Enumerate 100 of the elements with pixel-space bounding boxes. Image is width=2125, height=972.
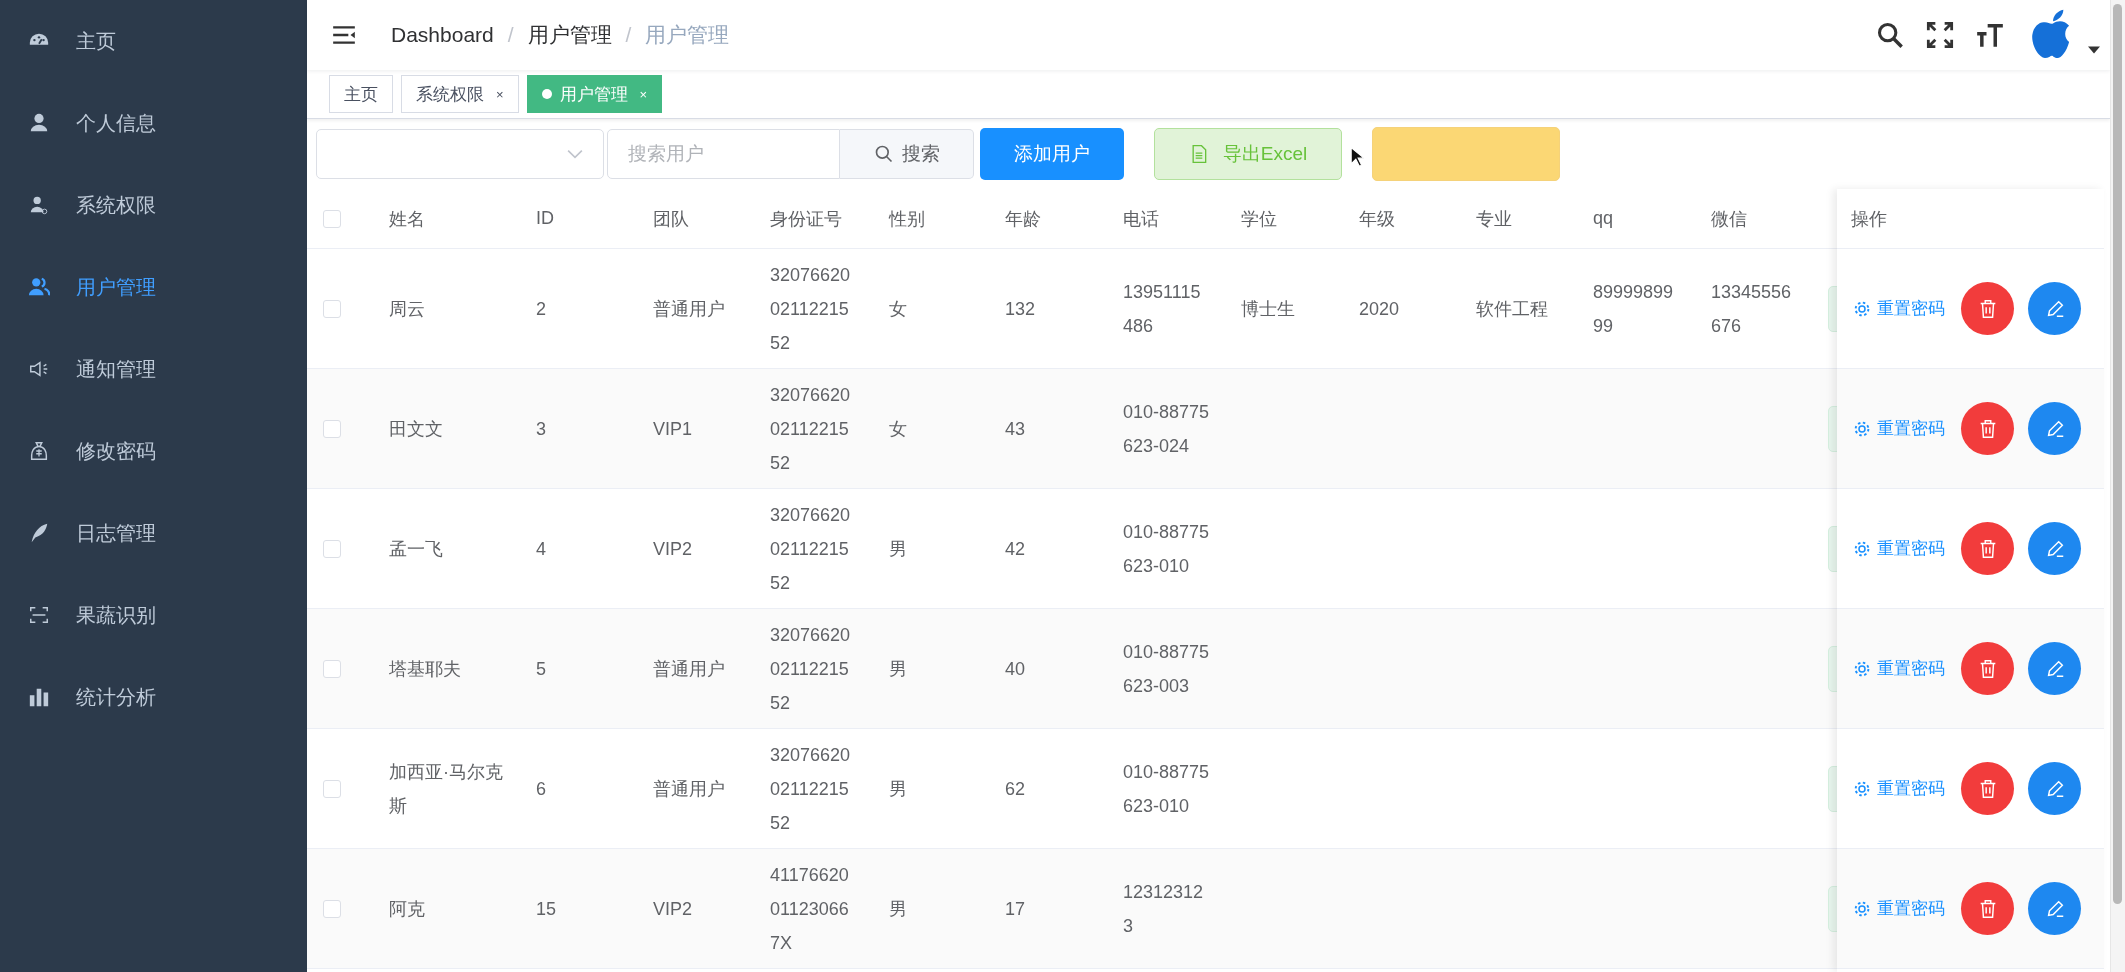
table-cell-text: 15 bbox=[536, 897, 557, 921]
table-cell-text: 62 bbox=[1005, 777, 1026, 801]
search-button[interactable]: 搜索 bbox=[840, 129, 974, 179]
page-tab[interactable]: 系统权限 × bbox=[401, 75, 519, 113]
column-header: 微信 bbox=[1711, 207, 1747, 231]
scrollbar-thumb[interactable] bbox=[2113, 4, 2122, 904]
table-cell-text: 41176620011230667X bbox=[770, 863, 850, 955]
sidebar-item[interactable]: 修改密码 bbox=[0, 410, 307, 492]
table-cell-text: 132 bbox=[1005, 297, 1036, 321]
users-icon bbox=[28, 276, 50, 298]
user-badge-icon bbox=[28, 194, 50, 216]
sidebar-item[interactable]: 用户管理 bbox=[0, 246, 307, 328]
table-cell-text: 软件工程 bbox=[1476, 297, 1548, 321]
sidebar-item[interactable]: 果蔬识别 bbox=[0, 574, 307, 656]
table-cell-text: 田文文 bbox=[389, 417, 443, 441]
edit-button[interactable] bbox=[2028, 522, 2081, 575]
table-cell-text: 123123123 bbox=[1123, 880, 1205, 938]
delete-button[interactable] bbox=[1961, 522, 2014, 575]
scrollbar[interactable] bbox=[2110, 0, 2125, 972]
fullscreen-icon[interactable] bbox=[1926, 21, 1954, 49]
table-cell-text: 010-88775623-010 bbox=[1123, 760, 1211, 818]
checkbox[interactable] bbox=[323, 419, 341, 438]
edit-button[interactable] bbox=[2028, 282, 2081, 335]
sidebar-item[interactable]: 主页 bbox=[0, 0, 307, 82]
page-tab[interactable]: 主页 bbox=[329, 75, 393, 113]
column-header: ID bbox=[536, 208, 554, 229]
delete-button[interactable] bbox=[1961, 642, 2014, 695]
table-cell-text: 男 bbox=[889, 537, 907, 561]
breadcrumb-separator: / bbox=[625, 23, 632, 47]
column-header: 身份证号 bbox=[770, 207, 842, 231]
bar-chart-icon bbox=[28, 686, 50, 708]
sidebar-item[interactable]: 个人信息 bbox=[0, 82, 307, 164]
gear-icon bbox=[1853, 899, 1871, 918]
table-cell-text: 320766200211221552 bbox=[770, 503, 852, 595]
delete-button[interactable] bbox=[1961, 282, 2014, 335]
checkbox[interactable] bbox=[323, 299, 341, 318]
checkbox[interactable] bbox=[323, 659, 341, 678]
table-cell-text: 42 bbox=[1005, 537, 1026, 561]
select-field[interactable] bbox=[316, 129, 604, 179]
checkbox[interactable] bbox=[323, 539, 341, 558]
table-cell-text: 010-88775623-010 bbox=[1123, 520, 1211, 578]
table-cell-text: 2020 bbox=[1359, 297, 1400, 321]
mouse-cursor-icon bbox=[1350, 146, 1364, 168]
sidebar-item[interactable]: 通知管理 bbox=[0, 328, 307, 410]
sidebar-item[interactable]: 日志管理 bbox=[0, 492, 307, 574]
gear-icon bbox=[1853, 659, 1871, 678]
search-field[interactable]: 搜索用户 bbox=[607, 129, 840, 179]
breadcrumb-separator: / bbox=[507, 23, 514, 47]
column-header: 电话 bbox=[1123, 207, 1159, 231]
table-cell-text: 普通用户 bbox=[653, 777, 725, 801]
checkbox[interactable] bbox=[323, 779, 341, 798]
gear-icon bbox=[1853, 419, 1871, 438]
text-size-icon[interactable] bbox=[1976, 21, 2004, 49]
table-cell-text: 320766200211221552 bbox=[770, 743, 852, 835]
delete-button[interactable] bbox=[1961, 402, 2014, 455]
breadcrumb-current: 用户管理 bbox=[645, 22, 730, 48]
table-cell-text: 2 bbox=[536, 297, 546, 321]
speaker-icon bbox=[28, 358, 50, 380]
delete-button[interactable] bbox=[1961, 762, 2014, 815]
column-header: qq bbox=[1593, 208, 1614, 229]
table-cell-text: 阿克 bbox=[389, 897, 425, 921]
edit-button[interactable] bbox=[2028, 402, 2081, 455]
table-cell-text: 43 bbox=[1005, 417, 1026, 441]
table-cell-text: VIP1 bbox=[653, 417, 693, 441]
table-cell-text: VIP2 bbox=[653, 897, 693, 921]
column-header: 性别 bbox=[889, 207, 925, 231]
column-header: 年龄 bbox=[1005, 207, 1041, 231]
breadcrumb-link[interactable]: Dashboard bbox=[391, 23, 494, 47]
column-header: 专业 bbox=[1476, 207, 1512, 231]
table-cell-text: 孟一飞 bbox=[389, 537, 443, 561]
edit-button[interactable] bbox=[2028, 762, 2081, 815]
table-cell-text: 加西亚·马尔克斯 bbox=[389, 760, 504, 818]
caret-icon[interactable] bbox=[2088, 46, 2100, 54]
table-cell-text: 010-88775623-003 bbox=[1123, 640, 1211, 698]
chevron-down-icon bbox=[567, 149, 583, 159]
checkbox[interactable] bbox=[323, 209, 341, 228]
search-icon[interactable] bbox=[1876, 21, 1904, 49]
table-cell-text: 周云 bbox=[389, 297, 425, 321]
table-cell-text: 5 bbox=[536, 657, 546, 681]
edit-button[interactable] bbox=[2028, 882, 2081, 935]
table-cell-text: 010-88775623-024 bbox=[1123, 400, 1211, 458]
checkbox[interactable] bbox=[323, 899, 341, 918]
table-cell-text: 320766200211221552 bbox=[770, 383, 852, 475]
table-cell-text: 17 bbox=[1005, 897, 1026, 921]
table-cell-text: 普通用户 bbox=[653, 657, 725, 681]
table-cell-text: 8999989999 bbox=[1593, 280, 1675, 338]
column-header: 年级 bbox=[1359, 207, 1395, 231]
sidebar-item[interactable]: 系统权限 bbox=[0, 164, 307, 246]
sidebar-item[interactable]: 统计分析 bbox=[0, 656, 307, 738]
column-header: 学位 bbox=[1241, 207, 1277, 231]
table-cell-text: 40 bbox=[1005, 657, 1026, 681]
user-icon bbox=[28, 112, 50, 134]
gear-icon bbox=[1853, 299, 1871, 318]
table-cell-text: 男 bbox=[889, 777, 907, 801]
delete-button[interactable] bbox=[1961, 882, 2014, 935]
gear-icon bbox=[1853, 779, 1871, 798]
table-cell-text: 普通用户 bbox=[653, 297, 725, 321]
search-icon bbox=[873, 144, 894, 164]
edit-button[interactable] bbox=[2028, 642, 2081, 695]
breadcrumb-link[interactable]: 用户管理 bbox=[527, 21, 612, 49]
